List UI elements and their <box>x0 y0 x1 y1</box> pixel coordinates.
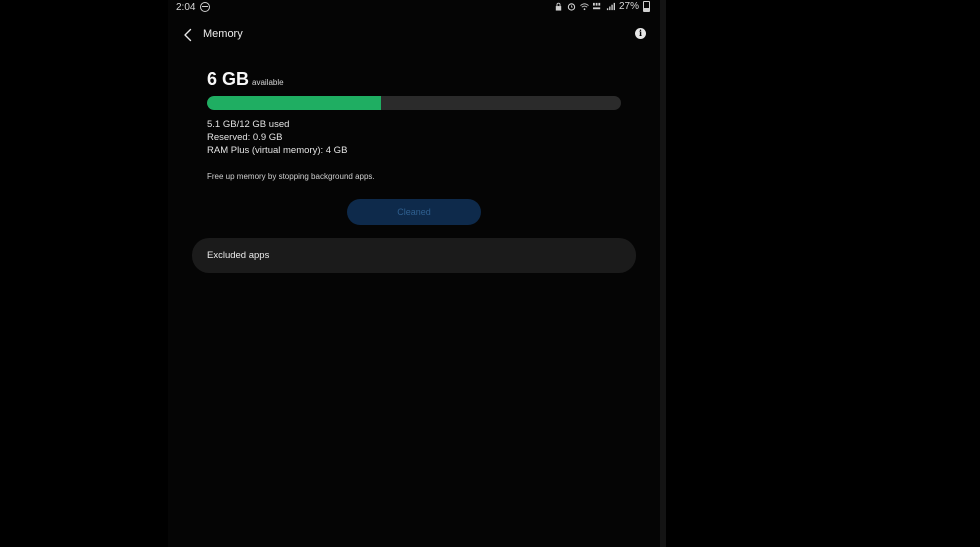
info-icon: i <box>638 28 643 38</box>
lock-icon <box>555 2 562 11</box>
ram-plus-text: RAM Plus (virtual memory): 4 GB <box>207 145 348 156</box>
memory-usage-fill <box>207 96 381 110</box>
excluded-apps-label: Excluded apps <box>207 250 270 261</box>
status-icons: 27% <box>554 1 650 12</box>
used-text: 5.1 GB/12 GB used <box>207 119 290 130</box>
available-label: available <box>252 78 284 87</box>
back-button[interactable] <box>178 25 198 45</box>
volte-icon <box>592 2 601 10</box>
phone-screen: 2:04 27% Memory i 6 GB available 5.1 GB/… <box>168 0 660 547</box>
battery-icon <box>643 1 650 12</box>
app-header: Memory i <box>168 22 660 48</box>
screen: 2:04 27% Memory i 6 GB available 5.1 GB/… <box>0 0 980 547</box>
page-title: Memory <box>203 28 243 40</box>
memory-available: 6 GB available <box>207 69 284 90</box>
battery-percent: 27% <box>618 1 639 12</box>
memory-usage-bar <box>207 96 621 110</box>
chevron-left-icon <box>184 28 192 42</box>
signal-icon <box>606 2 615 11</box>
free-up-tip: Free up memory by stopping background ap… <box>207 172 375 181</box>
excluded-apps-row[interactable]: Excluded apps <box>192 238 636 273</box>
do-not-disturb-icon <box>200 2 210 12</box>
reserved-text: Reserved: 0.9 GB <box>207 132 283 143</box>
status-time: 2:04 <box>176 2 196 13</box>
info-button[interactable]: i <box>635 28 646 39</box>
alarm-icon <box>567 3 576 11</box>
cleaned-button[interactable]: Cleaned <box>347 199 481 225</box>
device-edge <box>660 0 666 547</box>
status-bar: 2:04 27% <box>168 0 660 16</box>
memory-details: 5.1 GB/12 GB used Reserved: 0.9 GB RAM P… <box>207 118 347 157</box>
available-value: 6 GB <box>207 69 250 89</box>
wifi-icon <box>580 3 589 11</box>
